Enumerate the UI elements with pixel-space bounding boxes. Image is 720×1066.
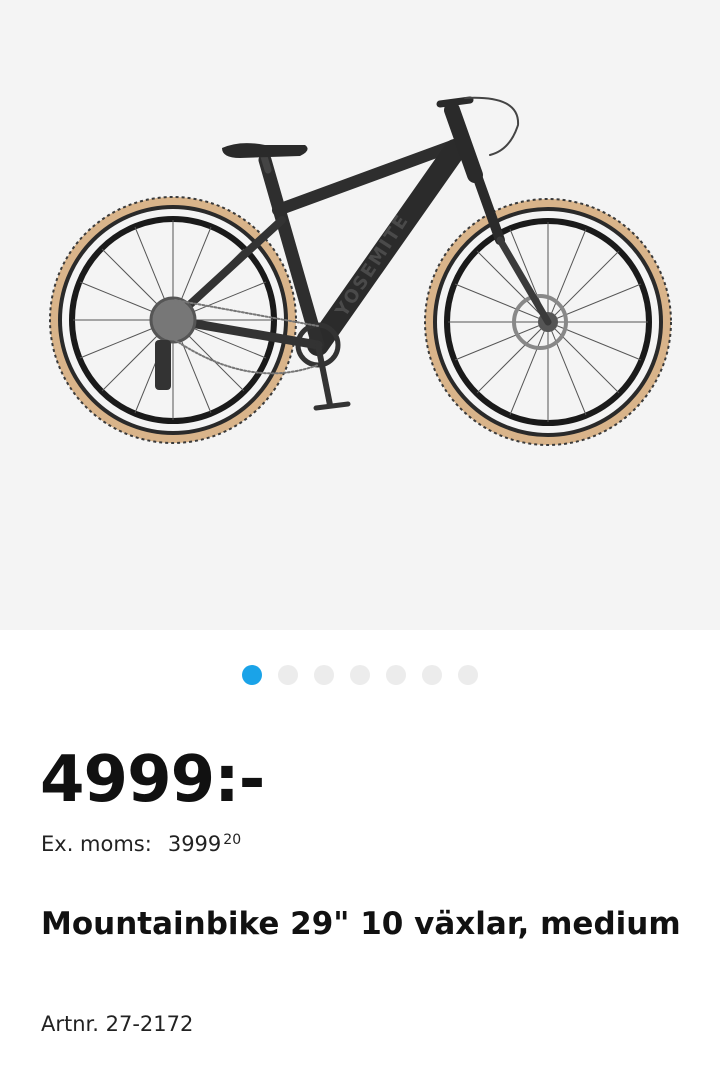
gallery-pagination [0, 665, 720, 685]
gallery-dot-7[interactable] [458, 665, 478, 685]
product-image[interactable]: YOSEMITE [0, 0, 720, 630]
product-title: Mountainbike 29" 10 växlar, medium [41, 906, 681, 942]
ex-vat-amount: 3999 [167, 832, 222, 856]
gallery-dot-2[interactable] [278, 665, 298, 685]
ex-vat-decimals: 20 [223, 832, 242, 848]
mountain-bike-image: YOSEMITE [49, 96, 672, 446]
gallery-dot-6[interactable] [422, 665, 442, 685]
frame-brand-text: YOSEMITE [331, 210, 414, 321]
product-price: 4999:- [40, 743, 265, 817]
gallery-dot-1[interactable] [242, 665, 262, 685]
gallery-dot-3[interactable] [314, 665, 334, 685]
gallery-dot-5[interactable] [386, 665, 406, 685]
bike-frame: YOSEMITE [149, 96, 552, 411]
gallery-dot-4[interactable] [350, 665, 370, 685]
article-number: Artnr. 27-2172 [41, 1012, 194, 1036]
price-ex-vat: Ex. moms: 3999 20 [41, 832, 241, 856]
ex-vat-label: Ex. moms: [41, 832, 152, 856]
